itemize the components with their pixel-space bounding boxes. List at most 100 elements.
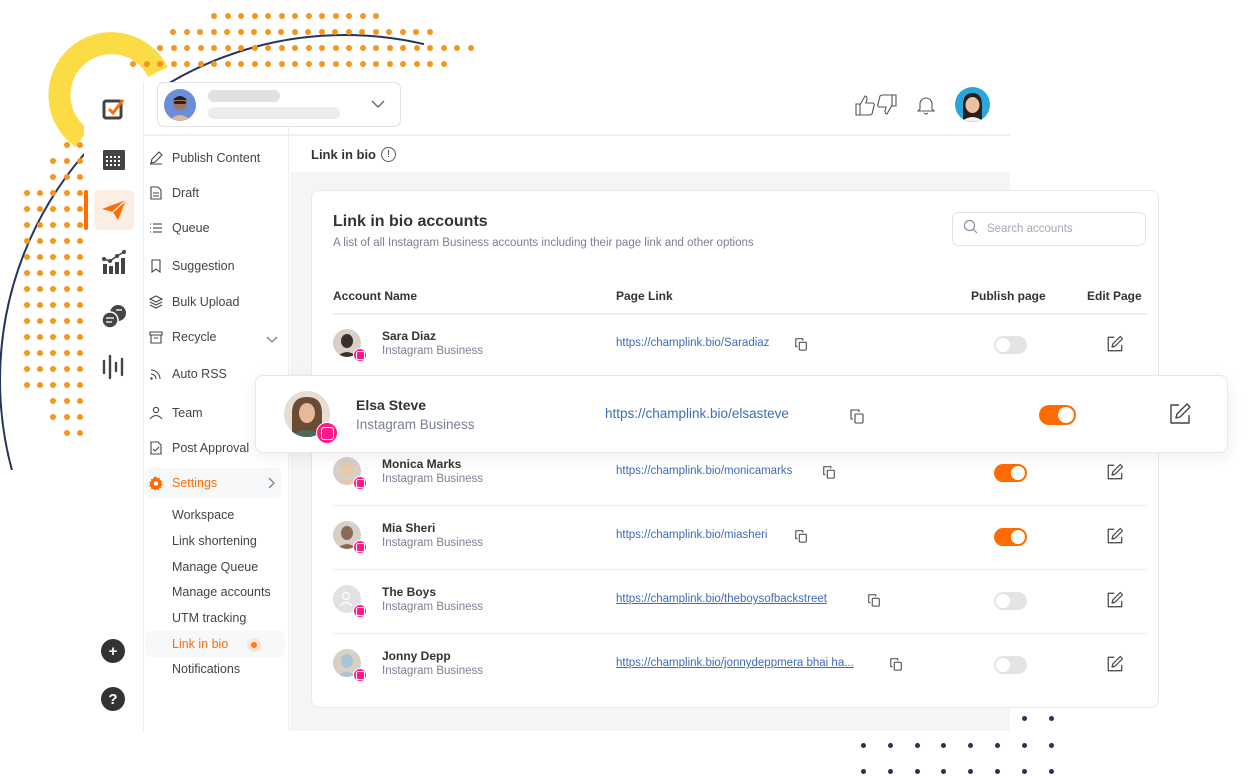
publish-toggle[interactable]: [994, 656, 1027, 674]
decorative-dot: [50, 398, 56, 404]
sidebar-item-team[interactable]: Team: [149, 403, 203, 423]
copy-icon[interactable]: [889, 657, 903, 671]
decorative-dot: [1048, 743, 1054, 748]
decorative-dot: [319, 45, 325, 51]
decorative-dot: [64, 142, 70, 148]
decorative-dot: [50, 302, 56, 308]
bookmark-icon: [149, 259, 163, 273]
page-link[interactable]: https://champlink.bio/monicamarks: [616, 465, 792, 477]
page-link[interactable]: https://champlink.bio/Saradiaz: [616, 337, 769, 349]
row-divider: [333, 569, 1147, 570]
column-header-publish-page[interactable]: Publish page: [971, 289, 1046, 303]
sidebar-item-post-approval[interactable]: Post Approval: [149, 438, 249, 458]
settings-sub-workspace[interactable]: Workspace: [172, 508, 234, 522]
sidebar-item-draft[interactable]: Draft: [149, 183, 199, 203]
table-row[interactable]: The Boys Instagram Business https://cham…: [333, 571, 1147, 634]
edit-icon[interactable]: [1106, 463, 1124, 481]
copy-icon[interactable]: [867, 593, 881, 607]
edit-icon[interactable]: [1106, 655, 1124, 673]
edit-icon[interactable]: [1106, 335, 1124, 353]
page-link[interactable]: https://champlink.bio/jonnydeppmera bhai…: [616, 657, 854, 669]
publish-toggle[interactable]: [1039, 405, 1076, 425]
sidebar-item-recycle[interactable]: Recycle: [149, 327, 216, 347]
decorative-dot: [77, 190, 83, 196]
page-link[interactable]: https://champlink.bio/theboysofbackstree…: [616, 593, 827, 605]
table-row[interactable]: Jonny Depp Instagram Business https://ch…: [333, 635, 1147, 698]
search-input[interactable]: [987, 223, 1137, 235]
decorative-dot: [24, 238, 30, 244]
chat-icon[interactable]: [97, 300, 131, 334]
decorative-dot: [170, 61, 177, 67]
account-name: Sara Diaz: [382, 329, 437, 343]
search-box[interactable]: [952, 212, 1146, 246]
rss-icon: [149, 367, 163, 381]
page-link[interactable]: https://champlink.bio/miasheri: [616, 529, 767, 541]
audio-wave-icon[interactable]: [97, 350, 131, 384]
calendar-icon[interactable]: [97, 142, 131, 176]
decorative-dot: [77, 222, 83, 228]
edit-icon[interactable]: [1106, 591, 1124, 609]
thumbs-up-down-icon[interactable]: [855, 94, 897, 121]
decorative-dot: [77, 334, 83, 340]
publish-toggle[interactable]: [994, 592, 1027, 610]
decorative-dot: [37, 206, 43, 212]
decorative-dot: [50, 158, 56, 164]
decorative-dot: [278, 13, 285, 19]
decorative-dot: [372, 29, 379, 35]
settings-sub-manage-accounts[interactable]: Manage accounts: [172, 585, 271, 599]
chevron-down-icon[interactable]: [266, 332, 278, 350]
decorative-dot: [50, 350, 56, 356]
settings-sub-notifications[interactable]: Notifications: [172, 662, 240, 676]
copy-icon[interactable]: [794, 337, 808, 351]
settings-sub-utm-tracking[interactable]: UTM tracking: [172, 611, 246, 625]
sidebar-item-settings[interactable]: Settings: [145, 468, 281, 498]
sidebar-item-auto-rss[interactable]: Auto RSS: [149, 364, 227, 384]
sidebar-item-bulk-upload[interactable]: Bulk Upload: [149, 292, 239, 312]
decorative-dot: [251, 45, 258, 51]
bell-icon[interactable]: [916, 95, 936, 120]
decorative-dot: [24, 222, 30, 228]
page-link[interactable]: https://champlink.bio/elsasteve: [605, 406, 789, 421]
table-row[interactable]: Sara Diaz Instagram Business https://cha…: [333, 315, 1147, 378]
settings-sub-manage-queue[interactable]: Manage Queue: [172, 560, 258, 574]
table-row[interactable]: Mia Sheri Instagram Business https://cha…: [333, 507, 1147, 570]
decorative-dot: [24, 334, 30, 340]
edit-icon[interactable]: [1106, 527, 1124, 545]
copy-icon[interactable]: [849, 408, 864, 424]
publish-toggle[interactable]: [994, 464, 1027, 482]
copy-icon[interactable]: [794, 529, 808, 543]
paper-plane-icon[interactable]: [94, 190, 134, 230]
decorative-dot: [77, 270, 83, 276]
copy-icon[interactable]: [822, 465, 836, 479]
decorative-dot: [251, 61, 258, 67]
workspace-selector[interactable]: [157, 82, 401, 127]
highlighted-table-row[interactable]: Elsa Steve Instagram Business https://ch…: [255, 375, 1228, 453]
sidebar-item-suggestion[interactable]: Suggestion: [149, 256, 235, 276]
sidebar-item-publish-content[interactable]: Publish Content: [149, 148, 260, 168]
decorative-dot: [24, 302, 30, 308]
decorative-dot: [24, 318, 30, 324]
publish-toggle[interactable]: [994, 528, 1027, 546]
layers-icon: [149, 295, 163, 309]
pencil-icon: [149, 151, 163, 165]
analytics-icon[interactable]: [97, 246, 131, 280]
publish-toggle[interactable]: [994, 336, 1027, 354]
decorative-dot: [413, 29, 419, 35]
help-button[interactable]: ?: [101, 687, 125, 711]
decorative-dot: [64, 302, 70, 308]
decorative-dot: [454, 45, 460, 51]
user-avatar[interactable]: [955, 87, 990, 122]
decorative-dot: [77, 302, 83, 308]
info-icon[interactable]: !: [381, 146, 396, 162]
decorative-dot: [197, 29, 203, 35]
task-check-icon[interactable]: [97, 92, 131, 126]
sidebar-item-queue[interactable]: Queue: [149, 218, 210, 238]
add-button[interactable]: +: [101, 639, 125, 663]
settings-sub-link-shortening[interactable]: Link shortening: [172, 534, 257, 548]
decorative-dot: [37, 366, 43, 372]
decorative-dot: [318, 29, 325, 35]
edit-icon[interactable]: [1168, 402, 1192, 426]
decorative-dot: [184, 45, 190, 51]
settings-sub-link-in-bio[interactable]: Link in bio: [172, 637, 228, 651]
page-title: Link in bio: [311, 146, 376, 162]
